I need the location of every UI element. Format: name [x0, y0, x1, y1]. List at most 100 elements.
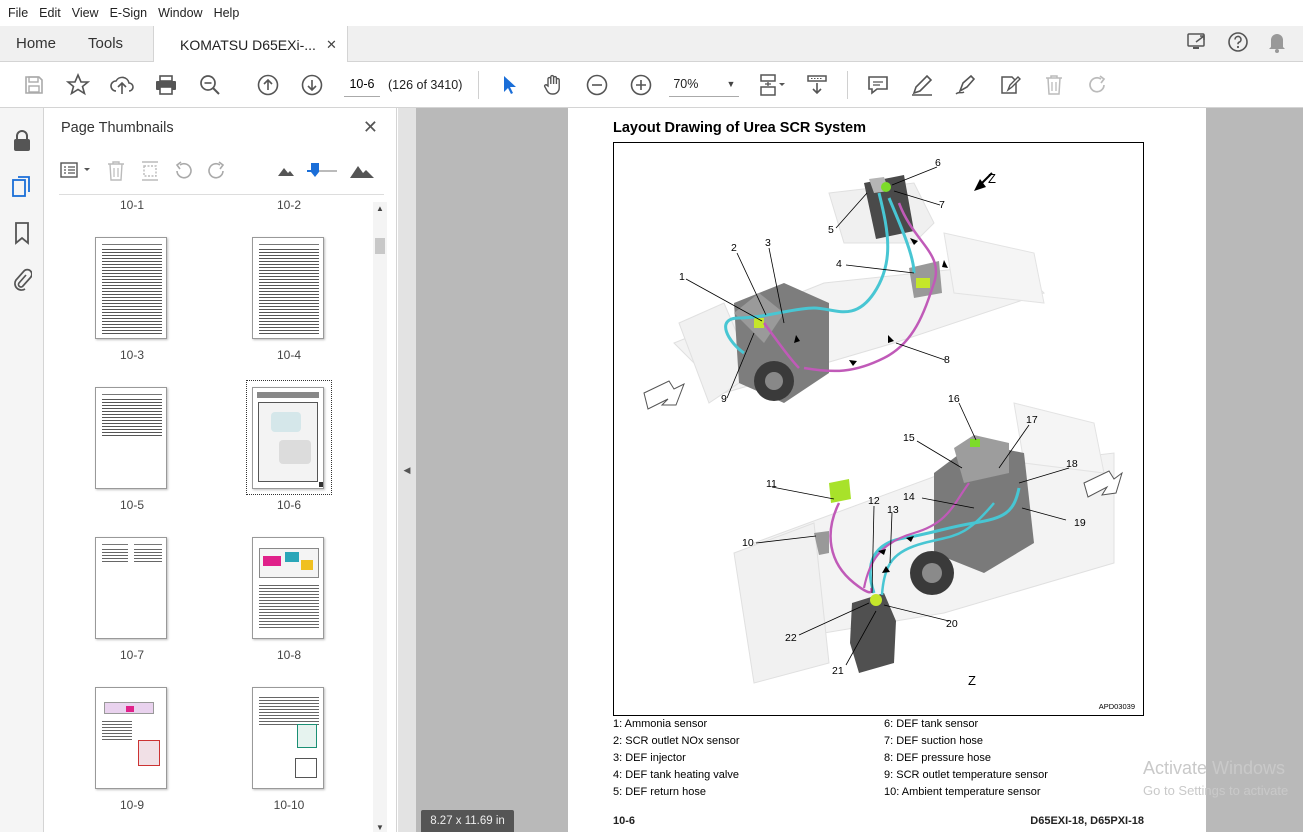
close-panel-icon[interactable]: ✕	[363, 117, 378, 138]
page-fit-button[interactable]	[751, 65, 795, 105]
zoom-out-button[interactable]	[575, 65, 619, 105]
draw-button[interactable]	[944, 65, 988, 105]
watermark-line-1: Activate Windows	[1143, 758, 1286, 778]
thumb-label-10-7: 10-7	[119, 648, 145, 662]
highlight-button[interactable]	[900, 65, 944, 105]
callout-2: 2	[731, 242, 737, 254]
legend-item-3: 3: DEF injector	[613, 752, 686, 764]
attachments-button[interactable]	[0, 256, 44, 302]
thumbnail-toolbar	[59, 156, 384, 186]
menu-file[interactable]: File	[4, 6, 32, 20]
thumbnail-10-7[interactable]	[95, 537, 167, 639]
page-footer-number: 10-6	[613, 815, 636, 827]
callout-6: 6	[935, 157, 941, 169]
notifications-bell-icon[interactable]	[1267, 31, 1287, 56]
larger-thumbnails-icon[interactable]	[349, 158, 376, 184]
menu-window[interactable]: Window	[154, 6, 206, 20]
share-screen-icon[interactable]	[1187, 32, 1209, 55]
callout-8: 8	[944, 354, 950, 366]
rotate-cw-button[interactable]	[204, 158, 229, 184]
legend-item-6: 6: DEF tank sensor	[884, 718, 979, 730]
legend-item-1: 1: Ammonia sensor	[613, 718, 708, 730]
hand-tool-button[interactable]	[531, 65, 575, 105]
save-icon	[25, 75, 43, 94]
pen-icon	[912, 74, 933, 96]
search-minus-icon	[200, 74, 220, 95]
callout-9: 9	[721, 393, 727, 405]
close-tab-icon[interactable]: ✕	[326, 27, 337, 63]
page-number-input[interactable]	[344, 72, 380, 97]
scr-system-illustration	[643, 166, 1123, 684]
trash-icon	[1046, 74, 1063, 95]
arrow-up-circle-icon	[257, 74, 279, 95]
help-icon[interactable]	[1227, 31, 1249, 56]
legend-item-4: 4: DEF tank heating valve	[613, 769, 739, 781]
zoom-dropdown[interactable]: 70% ▼	[669, 73, 740, 97]
plus-circle-icon	[631, 74, 652, 95]
document-page: Layout Drawing of Urea SCR System 1 2 3 …	[568, 108, 1206, 832]
thumbnail-scrollbar[interactable]: ▲ ▼	[373, 202, 387, 832]
print-button[interactable]	[144, 65, 188, 105]
legend-item-5: 5: DEF return hose	[613, 786, 706, 798]
thumbnail-10-8[interactable]	[252, 537, 324, 639]
redo-button[interactable]	[1076, 65, 1120, 105]
cloud-upload-icon	[110, 76, 134, 94]
pages-icon	[12, 176, 30, 197]
toolbar-divider	[847, 70, 849, 99]
menu-edit[interactable]: Edit	[35, 6, 65, 20]
tab-document-label: KOMATSU D65EXi-...	[180, 36, 316, 53]
scroll-up-icon[interactable]: ▲	[376, 204, 384, 213]
menu-help[interactable]: Help	[210, 6, 244, 20]
thumb-label-10-3: 10-3	[119, 348, 145, 362]
thumb-label-10-1: 10-1	[119, 198, 145, 212]
scrollbar-thumb[interactable]	[375, 238, 385, 254]
delete-pages-button[interactable]	[103, 158, 128, 184]
tab-home[interactable]: Home	[0, 26, 72, 62]
scrolling-mode-button[interactable]	[795, 65, 839, 105]
toolbar-divider	[478, 70, 480, 99]
collapse-panel-handle[interactable]: ◀	[398, 108, 416, 832]
menu-esign[interactable]: E-Sign	[106, 6, 152, 20]
save-button[interactable]	[12, 65, 56, 105]
bookmark-star-button[interactable]	[56, 65, 100, 105]
fill-sign-button[interactable]	[988, 65, 1032, 105]
page-thumbnails-button[interactable]	[0, 164, 44, 210]
thumbnail-options-menu[interactable]	[59, 158, 95, 184]
redo-icon	[1089, 74, 1106, 93]
find-text-button[interactable]	[188, 65, 232, 105]
security-lock-button[interactable]	[0, 118, 44, 164]
thumb-label-10-2: 10-2	[276, 198, 302, 212]
thumbnail-10-10[interactable]	[252, 687, 324, 789]
watermark-line-2: Go to Settings to activate	[1143, 783, 1289, 798]
zoom-in-button[interactable]	[619, 65, 663, 105]
next-page-button[interactable]	[290, 65, 334, 105]
legend-item-2: 2: SCR outlet NOx sensor	[613, 735, 740, 747]
scroll-down-icon[interactable]: ▼	[376, 823, 384, 832]
thumbnail-10-3[interactable]	[95, 237, 167, 339]
rotate-left-icon	[175, 161, 192, 179]
comment-button[interactable]	[856, 65, 900, 105]
left-nav-strip	[0, 108, 44, 832]
menu-view[interactable]: View	[68, 6, 103, 20]
callout-16: 16	[948, 393, 960, 405]
rotate-ccw-button[interactable]	[170, 158, 195, 184]
thumbnail-10-4[interactable]	[252, 237, 324, 339]
delete-button[interactable]	[1032, 65, 1076, 105]
bookmarks-button[interactable]	[0, 210, 44, 256]
select-tool-button[interactable]	[487, 65, 531, 105]
legend-item-7: 7: DEF suction hose	[884, 735, 984, 747]
thumbnail-10-9[interactable]	[95, 687, 167, 789]
upload-cloud-button[interactable]	[100, 65, 144, 105]
smaller-thumbnails-icon[interactable]	[273, 158, 298, 184]
view-label-z-bottom: Z	[968, 673, 976, 688]
thumbnail-10-6[interactable]	[252, 387, 324, 489]
thumbnail-10-5[interactable]	[95, 387, 167, 489]
insert-page-button[interactable]	[137, 158, 162, 184]
view-label-z-top: Z	[988, 171, 996, 186]
page-size-indicator: 8.27 x 11.69 in	[421, 810, 514, 832]
tab-tools[interactable]: Tools	[72, 26, 139, 62]
thumbnail-size-slider[interactable]	[306, 158, 337, 184]
tab-document[interactable]: KOMATSU D65EXi-... ✕	[153, 26, 348, 63]
insert-page-icon	[141, 161, 158, 181]
previous-page-button[interactable]	[246, 65, 290, 105]
